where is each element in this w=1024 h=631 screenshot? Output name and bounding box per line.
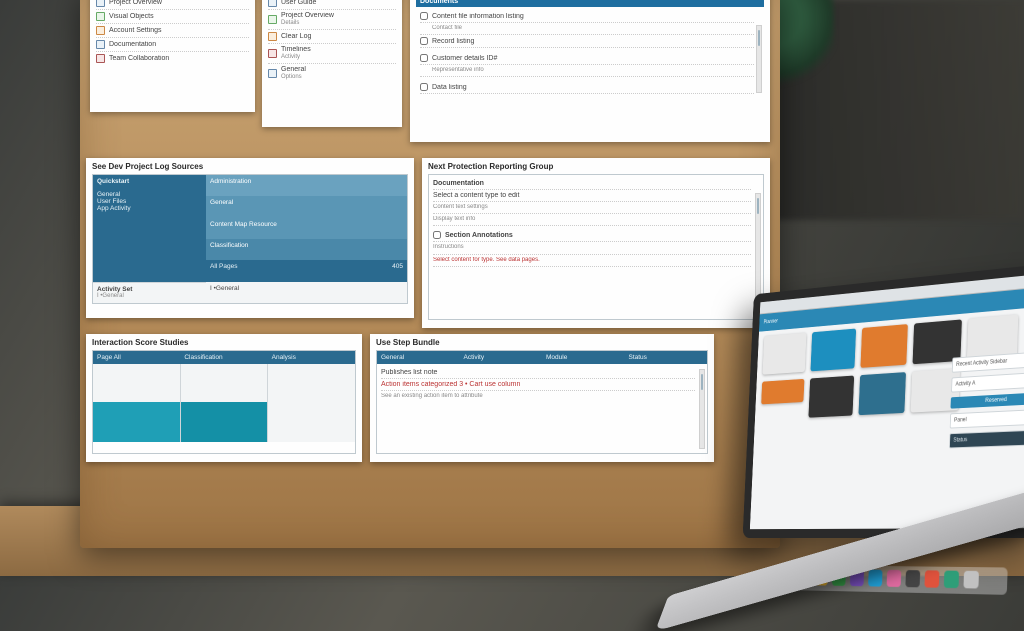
table-cell [93, 402, 180, 442]
text-line: Select a content type to edit [433, 192, 751, 199]
list-item: Account Settings [96, 24, 249, 38]
tile[interactable] [761, 379, 804, 405]
checkbox[interactable] [420, 37, 428, 45]
checkbox[interactable] [420, 83, 428, 91]
list-item: Clear Log [268, 30, 396, 44]
row-label: Administration [206, 175, 407, 196]
nav-item[interactable]: App Activity [97, 205, 202, 212]
table-cell [180, 364, 269, 402]
tile[interactable] [810, 329, 856, 372]
panel-title: Use Step Bundle [376, 338, 708, 347]
sidebar-item[interactable]: Activity A [951, 372, 1024, 393]
row-label: Classification [206, 239, 407, 260]
column-header: General [377, 351, 460, 364]
table-row: All Pages405 [206, 260, 407, 281]
sidebar-item[interactable]: Panel [950, 409, 1024, 429]
nav-item[interactable]: User Files [97, 198, 202, 205]
panel-title: See Dev Project Log Sources [92, 162, 408, 171]
panel-title: Documents [416, 0, 764, 7]
column-header: Module [542, 351, 625, 364]
list-item: Visual Objects [96, 10, 249, 24]
text-line: Publishes list note [381, 369, 695, 376]
row-label: General [206, 196, 407, 217]
tile[interactable] [858, 372, 906, 415]
primary-button[interactable]: Reserved [950, 392, 1024, 408]
footer-label: Activity Set [97, 286, 202, 293]
list-item: Team Collaboration [96, 52, 249, 65]
panel-title: Interaction Score Studies [92, 338, 356, 347]
table-cell [93, 364, 180, 402]
table-cell [268, 402, 355, 442]
checkbox[interactable] [420, 12, 428, 20]
tile[interactable] [763, 333, 807, 375]
list-item: GeneralOptions [268, 64, 396, 83]
text-line: See an existing action item to attribute [381, 393, 695, 400]
list-item: TimelinesActivity [268, 44, 396, 64]
checkbox[interactable] [433, 231, 441, 239]
scrollbar[interactable] [756, 25, 762, 93]
column-header: Classification [180, 351, 267, 364]
column-header: Activity [460, 351, 543, 364]
column-header: Status [625, 351, 708, 364]
nav-item[interactable]: General [97, 191, 202, 198]
column-header: Analysis [268, 351, 355, 364]
warning-text: Select content for type. See data pages. [433, 257, 751, 264]
table-cell [180, 402, 269, 442]
list-item: User Guide [268, 0, 396, 10]
sidebar-item[interactable]: Status [949, 429, 1024, 448]
subheader: Quickstart [93, 175, 206, 188]
row-value: 405 [392, 263, 403, 278]
laptop: Planner Recent Activity Sidebar Activity… [743, 262, 1024, 538]
list-item: Documentation [96, 38, 249, 52]
list-item: Project OverviewDetails [268, 10, 396, 30]
section-label: Section Annotations [445, 232, 513, 239]
table-cell [268, 364, 355, 402]
sidebar-title: Recent Activity Sidebar [952, 351, 1024, 373]
row-label: I •General [206, 282, 407, 303]
row-label: Content Map Resource [206, 218, 407, 239]
sidebar: Recent Activity Sidebar Activity A Reser… [949, 351, 1024, 448]
text-line: Content file information listing [420, 10, 754, 23]
column-header: Page All [93, 351, 180, 364]
warning-text: Action items categorized 3 • Cart use co… [381, 381, 695, 388]
scrollbar[interactable] [699, 369, 705, 449]
checkbox[interactable] [420, 54, 428, 62]
panel-title: Next Protection Reporting Group [428, 162, 764, 171]
list-item: Project Overview [96, 0, 249, 10]
item-label: Project Overview [109, 0, 249, 6]
tile[interactable] [808, 376, 854, 418]
tile[interactable] [860, 324, 907, 368]
section-label: Documentation [433, 178, 751, 190]
